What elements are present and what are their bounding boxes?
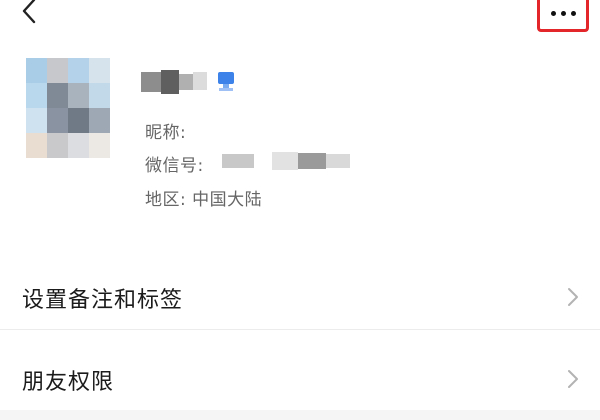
- wechat-id-label: 微信号:: [145, 156, 204, 176]
- chevron-right-icon: [566, 368, 580, 394]
- chevron-left-icon: [22, 0, 36, 24]
- nickname-label: 昵称:: [145, 123, 187, 143]
- bottom-divider: [0, 410, 600, 420]
- nickname-blurred: [141, 70, 207, 94]
- region-value: 中国大陆: [192, 190, 263, 210]
- more-button[interactable]: [537, 0, 589, 32]
- menu-item-remarks-tags[interactable]: 设置备注和标签: [0, 264, 600, 330]
- region-label: 地区:: [145, 190, 187, 210]
- male-icon: [215, 70, 237, 96]
- top-bar: [0, 0, 600, 36]
- profile-section: 昵称: 微信号: 地区: 中国大陆: [0, 52, 600, 242]
- menu-item-label: 设置备注和标签: [22, 288, 184, 313]
- avatar[interactable]: [26, 58, 110, 158]
- menu-item-label: 朋友权限: [22, 370, 115, 395]
- more-dots-icon: [550, 11, 576, 16]
- region-line: 地区: 中国大陆: [145, 185, 262, 210]
- menu-item-friend-permissions[interactable]: 朋友权限: [0, 346, 600, 412]
- chevron-right-icon: [566, 286, 580, 312]
- back-button[interactable]: [14, 0, 44, 26]
- wechat-id-blurred: [222, 152, 350, 170]
